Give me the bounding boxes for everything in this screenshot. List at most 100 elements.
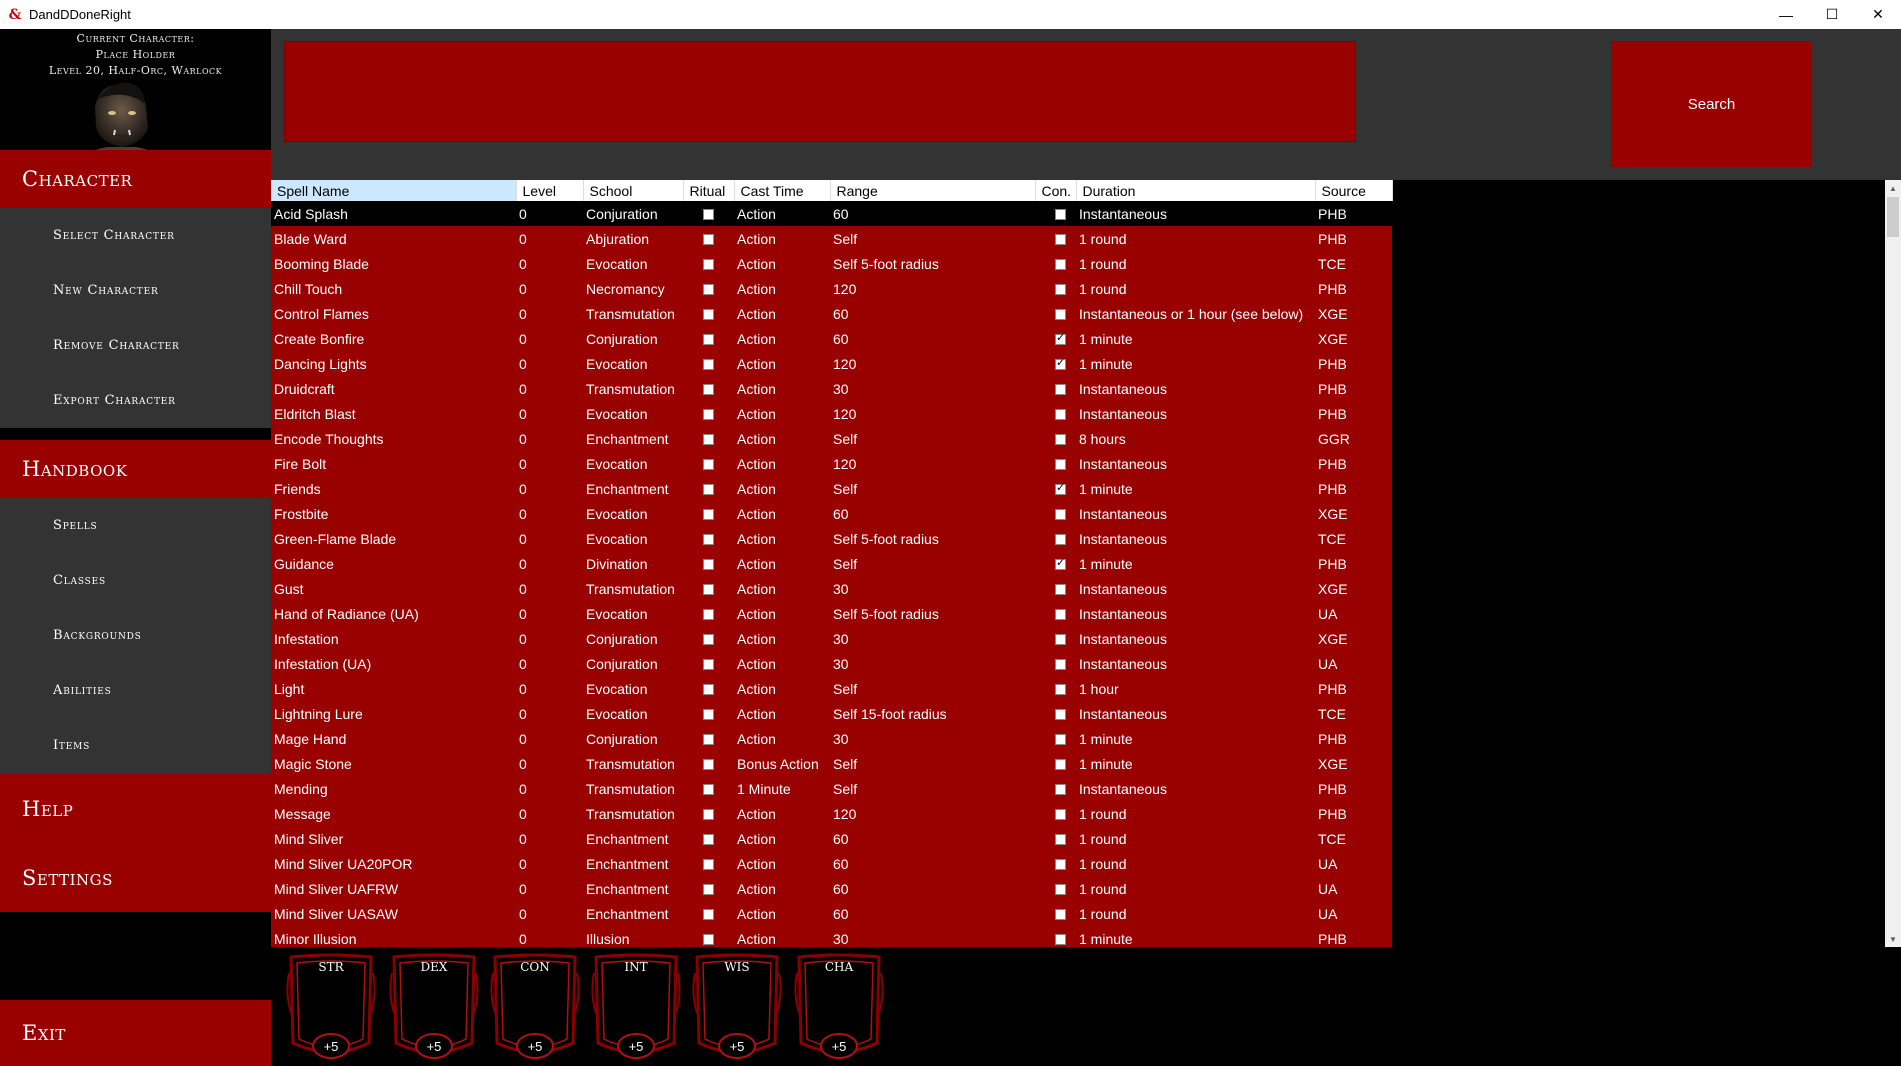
concentration-checkbox[interactable] (1055, 384, 1066, 396)
column-header-level[interactable]: Level (516, 180, 584, 201)
concentration-checkbox[interactable] (1055, 734, 1066, 746)
table-row[interactable]: Eldritch Blast 0 Evocation Action 120 Instant… (271, 401, 1392, 426)
nav-abilities[interactable]: Abilities (0, 663, 271, 718)
ritual-checkbox[interactable] (703, 859, 714, 871)
nav-help[interactable]: Help (0, 774, 271, 843)
search-input[interactable] (284, 41, 1356, 142)
table-row[interactable]: Minor Illusion 0 Illusion Action 30 1 minute P… (271, 926, 1392, 947)
concentration-checkbox[interactable] (1055, 284, 1066, 296)
concentration-checkbox[interactable] (1055, 459, 1066, 471)
ritual-checkbox[interactable] (703, 309, 714, 321)
concentration-checkbox[interactable] (1055, 659, 1066, 671)
concentration-checkbox[interactable] (1055, 509, 1066, 521)
concentration-checkbox[interactable] (1055, 331, 1066, 346)
column-header-spell-name[interactable]: Spell Name (271, 180, 517, 201)
table-row[interactable]: Blade Ward 0 Abjuration Action Self 1 round PH… (271, 226, 1392, 251)
ritual-checkbox[interactable] (703, 709, 714, 721)
table-row[interactable]: Fire Bolt 0 Evocation Action 120 Instantaneou… (271, 451, 1392, 476)
scroll-up-icon[interactable]: ▲ (1885, 180, 1901, 196)
column-header-cast-time[interactable]: Cast Time (734, 180, 831, 201)
concentration-checkbox[interactable] (1055, 809, 1066, 821)
concentration-checkbox[interactable] (1055, 584, 1066, 596)
ritual-checkbox[interactable] (703, 559, 714, 571)
table-row[interactable]: Booming Blade 0 Evocation Action Self 5-foot… (271, 251, 1392, 276)
column-header-ritual[interactable]: Ritual (683, 180, 735, 201)
concentration-checkbox[interactable] (1055, 556, 1066, 571)
ritual-checkbox[interactable] (703, 909, 714, 921)
concentration-checkbox[interactable] (1055, 759, 1066, 771)
table-row[interactable]: Druidcraft 0 Transmutation Action 30 Instanta… (271, 376, 1392, 401)
table-row[interactable]: Friends0Enchantment ActionSelf 1 minutePHB (271, 476, 1392, 501)
nav-select-character[interactable]: Select Character (0, 208, 271, 263)
concentration-checkbox[interactable] (1055, 934, 1066, 946)
nav-items[interactable]: Items (0, 718, 271, 773)
ritual-checkbox[interactable] (703, 734, 714, 746)
table-row[interactable]: Mind Sliver 0 Enchantment Action 60 1 round TC… (271, 826, 1392, 851)
column-header-school[interactable]: School (583, 180, 684, 201)
maximize-button[interactable]: ☐ (1809, 0, 1855, 29)
concentration-checkbox[interactable] (1055, 234, 1066, 246)
concentration-checkbox[interactable] (1055, 481, 1066, 496)
ritual-checkbox[interactable] (703, 759, 714, 771)
table-row[interactable]: Mind Sliver UAFRW 0 Enchantment Action 60 1 r… (271, 876, 1392, 901)
nav-new-character[interactable]: New Character (0, 263, 271, 318)
concentration-checkbox[interactable] (1055, 834, 1066, 846)
ritual-checkbox[interactable] (703, 384, 714, 396)
table-row[interactable]: Create Bonfire0Conjuration Action60 1 minu… (271, 326, 1392, 351)
ritual-checkbox[interactable] (703, 334, 714, 346)
column-header-duration[interactable]: Duration (1076, 180, 1316, 201)
table-row[interactable]: Dancing Lights0Evocation Action120 1 minut… (271, 351, 1392, 376)
table-row[interactable]: Green-Flame Blade 0 Evocation Action Self 5-… (271, 526, 1392, 551)
table-row[interactable]: Mind Sliver UASAW 0 Enchantment Action 60 1 r… (271, 901, 1392, 926)
nav-spells[interactable]: Spells (0, 498, 271, 553)
ritual-checkbox[interactable] (703, 234, 714, 246)
nav-handbook[interactable]: Handbook (0, 440, 271, 498)
concentration-checkbox[interactable] (1055, 356, 1066, 371)
ritual-checkbox[interactable] (703, 659, 714, 671)
ritual-checkbox[interactable] (703, 784, 714, 796)
ritual-checkbox[interactable] (703, 459, 714, 471)
ritual-checkbox[interactable] (703, 534, 714, 546)
scroll-thumb[interactable] (1887, 197, 1899, 237)
search-button[interactable]: Search (1611, 41, 1812, 167)
table-row[interactable]: Hand of Radiance (UA) 0 Evocation Action Sel… (271, 601, 1392, 626)
ritual-checkbox[interactable] (703, 934, 714, 946)
ritual-checkbox[interactable] (703, 584, 714, 596)
ritual-checkbox[interactable] (703, 609, 714, 621)
table-row[interactable]: Mind Sliver UA20POR 0 Enchantment Action 60 1… (271, 851, 1392, 876)
ritual-checkbox[interactable] (703, 509, 714, 521)
ritual-checkbox[interactable] (703, 284, 714, 296)
table-row[interactable]: Lightning Lure 0 Evocation Action Self 15-fo… (271, 701, 1392, 726)
ritual-checkbox[interactable] (703, 484, 714, 496)
ritual-checkbox[interactable] (703, 359, 714, 371)
concentration-checkbox[interactable] (1055, 209, 1066, 221)
nav-remove-character[interactable]: Remove Character (0, 318, 271, 373)
ritual-checkbox[interactable] (703, 684, 714, 696)
table-row[interactable]: Guidance0Divination ActionSelf 1 minutePHB (271, 551, 1392, 576)
table-row[interactable]: Acid Splash 0 Conjuration Action 60 Instantan… (271, 201, 1392, 226)
concentration-checkbox[interactable] (1055, 784, 1066, 796)
concentration-checkbox[interactable] (1055, 434, 1066, 446)
table-row[interactable]: Message 0 Transmutation Action 120 1 round PHB (271, 801, 1392, 826)
ritual-checkbox[interactable] (703, 259, 714, 271)
table-row[interactable]: Mage Hand 0 Conjuration Action 30 1 minute PHB (271, 726, 1392, 751)
concentration-checkbox[interactable] (1055, 884, 1066, 896)
column-header-source[interactable]: Source (1315, 180, 1393, 201)
column-header-range[interactable]: Range (830, 180, 1036, 201)
table-row[interactable]: Control Flames 0 Transmutation Action 60 Inst… (271, 301, 1392, 326)
ritual-checkbox[interactable] (703, 209, 714, 221)
concentration-checkbox[interactable] (1055, 859, 1066, 871)
nav-backgrounds[interactable]: Backgrounds (0, 608, 271, 663)
table-row[interactable]: Mending 0 Transmutation 1 Minute Self Instant… (271, 776, 1392, 801)
ritual-checkbox[interactable] (703, 809, 714, 821)
table-row[interactable]: Magic Stone 0 Transmutation Bonus Action Sel… (271, 751, 1392, 776)
table-row[interactable]: Infestation 0 Conjuration Action 30 Instantan… (271, 626, 1392, 651)
nav-export-character[interactable]: Export Character (0, 373, 271, 428)
concentration-checkbox[interactable] (1055, 309, 1066, 321)
concentration-checkbox[interactable] (1055, 709, 1066, 721)
nav-character[interactable]: Character (0, 150, 271, 208)
ritual-checkbox[interactable] (703, 884, 714, 896)
concentration-checkbox[interactable] (1055, 609, 1066, 621)
concentration-checkbox[interactable] (1055, 634, 1066, 646)
table-row[interactable]: Infestation (UA) 0 Conjuration Action 30 Inst… (271, 651, 1392, 676)
